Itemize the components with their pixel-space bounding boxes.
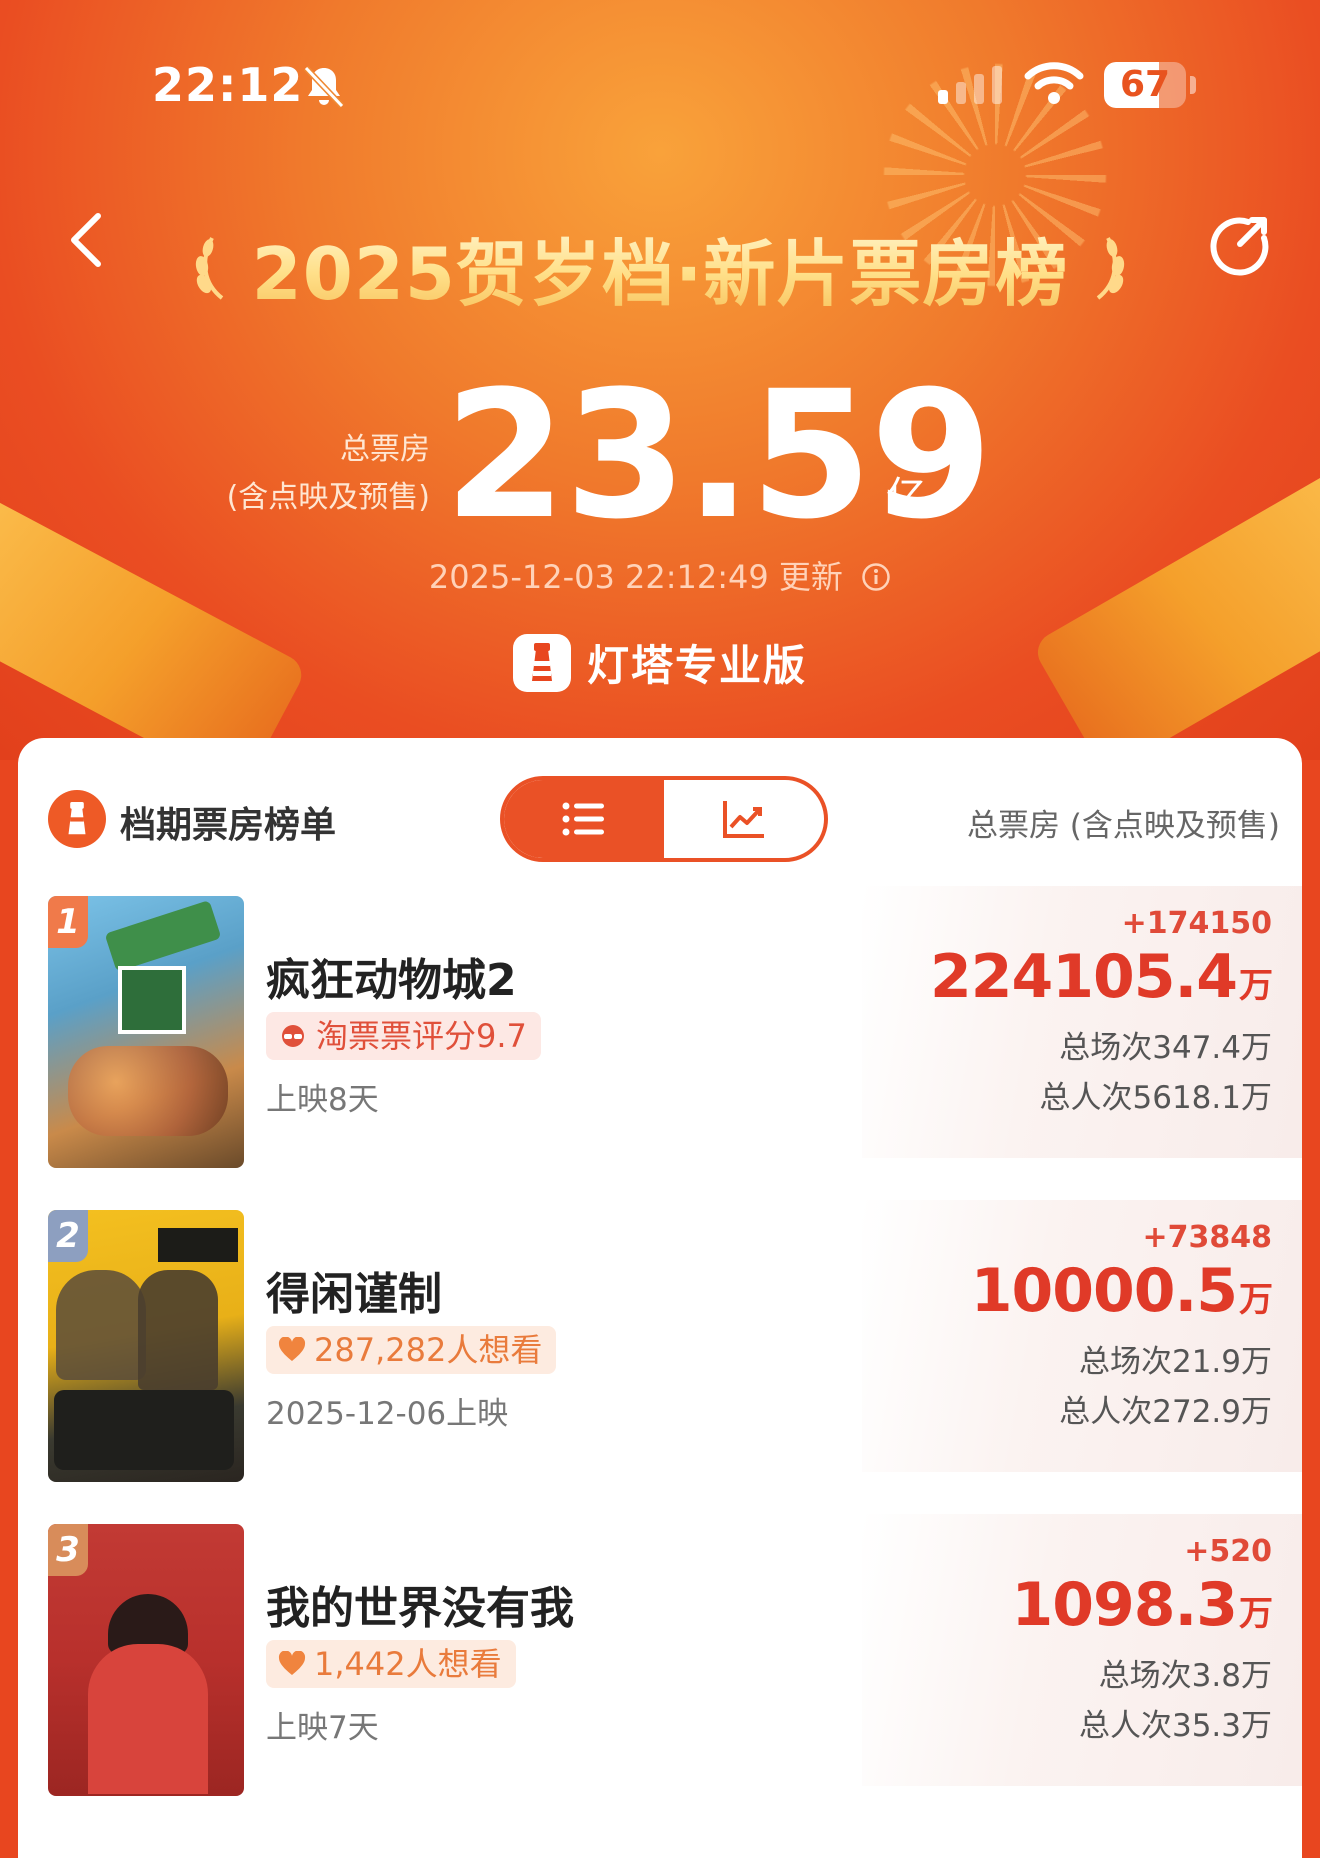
box-office-total: 10000.5万 xyxy=(970,1256,1273,1326)
card-right-label: 总票房 (含点映及预售) xyxy=(966,808,1280,844)
update-time-row: 2025-12-03 22:12:49 更新 xyxy=(0,552,1320,598)
movie-poster: 2 xyxy=(48,1210,244,1482)
info-icon[interactable] xyxy=(861,562,891,592)
box-office-value: 10000.5 xyxy=(970,1256,1238,1326)
total-viewers: 总人次5618.1万 xyxy=(1039,1080,1272,1116)
laurel-right-icon xyxy=(1097,237,1125,300)
want-to-see-text: 287,282人想看 xyxy=(314,1331,543,1369)
heart-icon xyxy=(278,1337,306,1361)
chart-view-button[interactable] xyxy=(664,780,824,858)
glasses-icon xyxy=(282,1025,304,1047)
update-time: 2025-12-03 22:12:49 更新 xyxy=(428,558,843,596)
trend-chart-icon xyxy=(723,801,764,838)
box-office-delta: +73848 xyxy=(1142,1220,1272,1255)
movie-row[interactable]: 1 疯狂动物城2 淘票票评分9.7 上映8天 +174150 224105.4万… xyxy=(18,886,1302,1168)
title-row: 2025贺岁档·新片票房榜 xyxy=(170,222,1150,316)
box-office-value: 224105.4 xyxy=(929,942,1238,1012)
lighthouse-small-icon xyxy=(48,790,106,848)
rank-badge: 3 xyxy=(48,1524,88,1576)
brand-name: 灯塔专业版 xyxy=(586,641,807,690)
movie-poster: 1 xyxy=(48,896,244,1168)
movie-poster: 3 xyxy=(48,1524,244,1796)
share-icon[interactable] xyxy=(1208,212,1272,276)
box-office-unit: 万 xyxy=(1239,1280,1273,1320)
total-shows: 总场次3.8万 xyxy=(1098,1658,1272,1694)
rank-badge: 2 xyxy=(48,1210,88,1262)
battery-indicator: 67 xyxy=(1104,62,1186,108)
status-time: 22:12 xyxy=(152,58,304,112)
release-info: 上映7天 xyxy=(266,1710,379,1746)
release-info: 上映8天 xyxy=(266,1082,379,1118)
total-label-line1: 总票房 xyxy=(340,432,430,467)
lighthouse-logo-icon xyxy=(512,633,571,692)
hero-banner: 22:12 67 2025贺岁档·新片票房榜 总票房 (含点映及预售) 23.5… xyxy=(0,0,1320,760)
movie-title: 疯狂动物城2 xyxy=(266,955,517,1006)
box-office-value: 1098.3 xyxy=(1011,1570,1238,1640)
want-to-see-tag: 287,282人想看 xyxy=(266,1326,557,1374)
box-office-total: 224105.4万 xyxy=(929,942,1273,1012)
rating-tag: 淘票票评分9.7 xyxy=(266,1012,541,1060)
bell-muted-icon xyxy=(303,65,345,109)
ranking-card: 档期票房榜单 总票房 (含点映及预售) 1 疯狂动物城2 淘票票评分9.7 上映… xyxy=(18,738,1302,1858)
laurel-left-icon xyxy=(195,237,223,300)
release-info: 2025-12-06上映 xyxy=(266,1396,509,1432)
view-toggle xyxy=(500,776,828,862)
page-title: 2025贺岁档·新片票房榜 xyxy=(252,215,1069,320)
heart-icon xyxy=(278,1651,306,1675)
want-to-see-tag: 1,442人想看 xyxy=(266,1640,516,1688)
box-office-unit: 万 xyxy=(1239,966,1273,1006)
total-label-line2: (含点映及预售) xyxy=(226,480,430,515)
box-office-delta: +520 xyxy=(1184,1534,1272,1569)
rank-badge: 1 xyxy=(48,896,88,948)
total-viewers: 总人次272.9万 xyxy=(1059,1394,1272,1430)
box-office-unit: 万 xyxy=(1239,1594,1273,1634)
total-shows: 总场次347.4万 xyxy=(1059,1030,1272,1066)
total-label: 总票房 (含点映及预售) xyxy=(220,426,430,522)
movie-title: 得闲谨制 xyxy=(266,1269,442,1320)
box-office-total: 1098.3万 xyxy=(1011,1570,1273,1640)
card-title: 档期票房榜单 xyxy=(120,805,337,846)
want-to-see-text: 1,442人想看 xyxy=(314,1645,502,1683)
back-icon[interactable] xyxy=(64,210,108,270)
brand-badge: 灯塔专业版 xyxy=(0,632,1320,693)
signal-icon xyxy=(938,66,1002,104)
battery-percent: 67 xyxy=(1119,64,1171,105)
list-icon xyxy=(562,802,604,836)
battery-tip xyxy=(1190,76,1196,94)
total-box-office-unit: 亿 xyxy=(886,474,926,520)
rating-text: 淘票票评分9.7 xyxy=(316,1017,527,1055)
total-shows: 总场次21.9万 xyxy=(1078,1344,1272,1380)
total-viewers: 总人次35.3万 xyxy=(1078,1708,1272,1744)
box-office-delta: +174150 xyxy=(1121,906,1272,941)
movie-row[interactable]: 2 得闲谨制 287,282人想看 2025-12-06上映 +73848 10… xyxy=(18,1200,1302,1482)
wifi-icon xyxy=(1024,62,1084,104)
movie-row[interactable]: 3 我的世界没有我 1,442人想看 上映7天 +520 1098.3万 总场次… xyxy=(18,1514,1302,1796)
movie-title: 我的世界没有我 xyxy=(266,1583,574,1634)
list-view-button[interactable] xyxy=(504,780,664,858)
